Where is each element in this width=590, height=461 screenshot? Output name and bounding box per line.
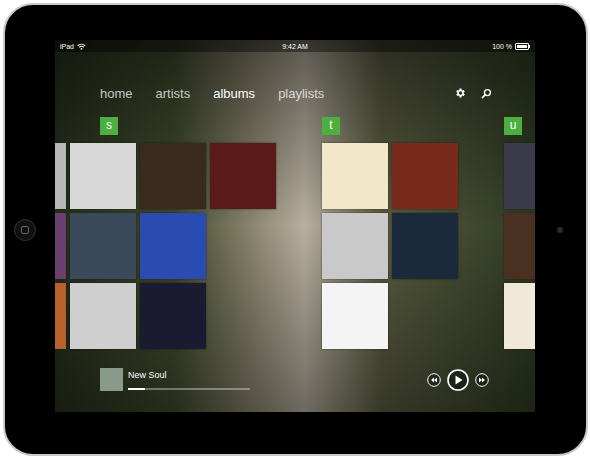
- album-cover[interactable]: [140, 213, 206, 279]
- album-cover[interactable]: [70, 283, 136, 349]
- nav-tab[interactable]: albums: [213, 87, 255, 100]
- album-section: u: [504, 117, 535, 349]
- album-grid: [322, 143, 458, 349]
- nav-tab-wrap[interactable]: playlists: [278, 87, 324, 100]
- album-grid: [55, 143, 276, 349]
- progress-track[interactable]: [128, 388, 250, 390]
- track-title[interactable]: New Soul: [128, 370, 250, 381]
- album-cover[interactable]: [140, 143, 206, 209]
- next-icon[interactable]: [475, 373, 489, 387]
- album-section: s: [55, 117, 276, 349]
- album-column: [140, 143, 206, 349]
- album-cover[interactable]: [322, 213, 388, 279]
- album-cover[interactable]: [322, 283, 388, 349]
- album-cover[interactable]: [504, 143, 535, 209]
- section-letter[interactable]: t: [329, 119, 332, 133]
- section-badge[interactable]: t: [322, 117, 340, 135]
- battery-label: 100 %: [492, 43, 512, 50]
- nav-bar: home artists albums playlists: [55, 83, 535, 103]
- nav-tab-wrap[interactable]: home: [100, 87, 133, 100]
- album-cover[interactable]: [392, 143, 458, 209]
- nav-tabs: home artists albums playlists: [100, 87, 324, 100]
- clock: 9:42 AM: [282, 43, 308, 50]
- album-cover[interactable]: [392, 213, 458, 279]
- play-icon[interactable]: [447, 369, 469, 391]
- carrier-label: iPad: [60, 43, 74, 50]
- album-cover[interactable]: [55, 283, 66, 349]
- album-column: [70, 143, 136, 349]
- album-cover[interactable]: [504, 283, 535, 349]
- now-playing-thumbnail[interactable]: [100, 368, 123, 391]
- battery-fill: [517, 45, 527, 48]
- album-column: [504, 143, 535, 349]
- home-button[interactable]: [14, 219, 36, 241]
- wifi-icon: [77, 43, 86, 50]
- section-badge[interactable]: s: [100, 117, 118, 135]
- nav-tab[interactable]: artists: [156, 87, 191, 100]
- album-cover[interactable]: [210, 143, 276, 209]
- playback-controls: [427, 369, 489, 391]
- album-column: [322, 143, 388, 349]
- album-section: t: [322, 117, 458, 349]
- battery-icon: [515, 43, 529, 50]
- nav-tab-wrap[interactable]: artists: [156, 87, 191, 100]
- section-letter[interactable]: s: [106, 119, 112, 133]
- status-bar: iPad 9:42 AM 100 %: [55, 40, 535, 52]
- section-badge[interactable]: u: [504, 117, 522, 135]
- album-cover[interactable]: [55, 143, 66, 209]
- nav-tab[interactable]: playlists: [278, 87, 324, 100]
- nav-tab[interactable]: home: [100, 87, 133, 100]
- now-playing-info: New Soul: [128, 370, 250, 390]
- camera: [557, 227, 563, 233]
- album-cover[interactable]: [70, 213, 136, 279]
- album-column: [210, 143, 276, 349]
- album-cover[interactable]: [70, 143, 136, 209]
- previous-icon[interactable]: [427, 373, 441, 387]
- nav-tab-wrap[interactable]: albums: [213, 87, 255, 100]
- album-column: [55, 143, 66, 349]
- album-cover[interactable]: [55, 213, 66, 279]
- progress-fill: [128, 388, 145, 390]
- album-sections: s t u: [55, 117, 535, 349]
- gear-icon[interactable]: [454, 87, 466, 99]
- now-playing-bar: New Soul: [55, 368, 535, 391]
- section-letter[interactable]: u: [510, 119, 517, 133]
- screen: iPad 9:42 AM 100 % home artists albums playlis…: [55, 40, 535, 412]
- album-cover[interactable]: [322, 143, 388, 209]
- album-grid: [504, 143, 535, 349]
- album-column: [392, 143, 458, 349]
- search-icon[interactable]: [481, 88, 492, 99]
- album-cover[interactable]: [140, 283, 206, 349]
- album-cover[interactable]: [504, 213, 535, 279]
- ipad-frame: iPad 9:42 AM 100 % home artists albums playlis…: [3, 3, 588, 456]
